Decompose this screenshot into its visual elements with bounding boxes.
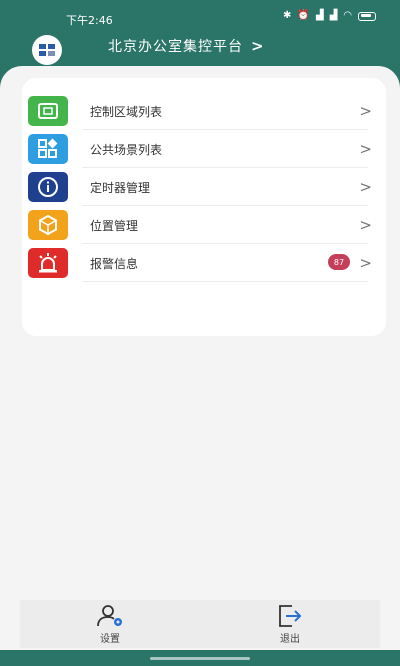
menu-item-alarm[interactable]: 报警信息 87 > — [22, 244, 386, 282]
box-location-icon — [28, 210, 68, 240]
chevron-right-icon: > — [359, 102, 372, 120]
menu-item-public-scene[interactable]: 公共场景列表 > — [22, 130, 386, 168]
alarm-icon: ⏰ — [297, 10, 310, 21]
menu-item-label: 公共场景列表 — [90, 142, 163, 157]
platform-selector[interactable]: 北京办公室集控平台 > — [108, 36, 264, 56]
user-settings-icon — [97, 605, 122, 627]
bottom-nav: 设置 退出 — [20, 600, 380, 648]
bluetooth-icon: ✱ — [283, 10, 292, 21]
menu-item-label: 报警信息 — [90, 256, 139, 271]
scene-grid-icon — [28, 134, 68, 164]
logout-label: 退出 — [280, 634, 300, 645]
settings-tab[interactable]: 设置 — [80, 604, 140, 646]
control-area-icon — [28, 96, 68, 126]
page-title: 北京办公室集控平台 — [108, 39, 243, 55]
chevron-right-icon: > — [251, 37, 264, 55]
signal-icon: ▟ — [315, 10, 324, 21]
menu-item-location[interactable]: 位置管理 > — [22, 206, 386, 244]
status-bar: 下午2:46 ✱ ⏰ ▟ ▟ ◠ — [0, 0, 400, 30]
menu-item-label: 控制区域列表 — [90, 104, 163, 119]
status-time: 下午2:46 — [66, 14, 113, 27]
chevron-right-icon: > — [359, 254, 372, 272]
chevron-right-icon: > — [359, 178, 372, 196]
signal-icon: ▟ — [329, 10, 338, 21]
settings-label: 设置 — [100, 634, 120, 645]
logout-tab[interactable]: 退出 — [260, 604, 320, 646]
alarm-count-badge: 87 — [328, 254, 350, 270]
menu-card: 控制区域列表 > 公共场景列表 > 定时器管理 > 位置管理 > 报警信息 87… — [22, 78, 386, 336]
info-timer-icon — [28, 172, 68, 202]
menu-item-label: 定时器管理 — [90, 180, 151, 195]
chevron-right-icon: > — [359, 140, 372, 158]
app-logo[interactable] — [32, 35, 62, 65]
main-panel: 控制区域列表 > 公共场景列表 > 定时器管理 > 位置管理 > 报警信息 87… — [0, 66, 400, 666]
home-indicator[interactable] — [150, 657, 250, 660]
menu-item-timer[interactable]: 定时器管理 > — [22, 168, 386, 206]
logout-icon — [279, 605, 302, 627]
logo-icon — [39, 44, 55, 56]
divider — [82, 281, 368, 282]
header: 北京办公室集控平台 > — [0, 30, 400, 70]
wifi-icon: ◠ — [343, 10, 352, 21]
chevron-right-icon: > — [359, 216, 372, 234]
battery-icon — [358, 11, 376, 21]
status-icons: ✱ ⏰ ▟ ▟ ◠ — [283, 11, 376, 21]
alarm-light-icon — [28, 248, 68, 278]
menu-item-label: 位置管理 — [90, 218, 139, 233]
menu-item-control-area[interactable]: 控制区域列表 > — [22, 92, 386, 130]
